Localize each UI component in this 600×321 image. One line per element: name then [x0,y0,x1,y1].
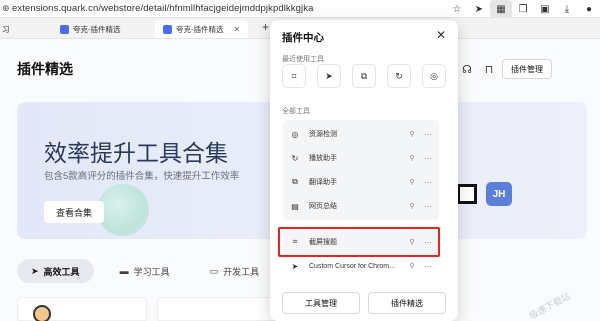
page-title: 插件精选 [17,61,73,77]
address-bar[interactable]: ⊕ extensions.quark.cn/webstore/detail/hf… [0,0,600,18]
banner-decoration [97,184,149,236]
new-tab-button[interactable]: + [262,20,269,34]
inbox-icon[interactable]: ⊓ [480,61,498,77]
category-tabs: ➤ 高效工具 ▬ 学习工具 ▭ 开发工具 [17,259,285,283]
refresh-icon: ↻ [291,153,299,163]
all-tools-label: 全部工具 [282,108,310,115]
category-label: 高效工具 [43,266,80,277]
tool-row-page-summary[interactable]: ▤ 网页总结 ⚲ ⋯ [283,194,439,218]
close-tab-icon[interactable]: ✕ [234,25,241,34]
category-label: 开发工具 [223,266,260,277]
tab-quark-plugins-1[interactable]: 夸克-插件精选 [60,20,121,38]
pin-icon[interactable]: ⚲ [407,262,417,270]
banner-title: 效率提升工具合集 [44,140,228,166]
more-icon[interactable]: ⋯ [423,262,433,271]
tool-label: 网页总结 [309,203,337,210]
translate-icon[interactable]: ⧉ [352,64,376,88]
tool-label: 资源检测 [309,131,337,138]
featured-plugins-button[interactable]: 插件精选 [368,292,446,314]
translate-icon: ⧉ [292,177,298,186]
tab-label: 夸克-插件精选 [176,24,224,34]
summary-icon: ▤ [291,201,299,211]
quark-favicon-icon [60,24,69,34]
copy-icon[interactable]: ❐ [512,0,534,18]
plugin-card[interactable] [17,297,147,321]
more-icon[interactable]: ⋯ [423,154,433,163]
tool-management-button[interactable]: 工具管理 [282,292,360,314]
quark-favicon-icon [163,24,172,34]
avatar-icon[interactable]: ● [578,0,600,18]
cursor-icon[interactable]: ➤ [468,0,490,18]
plugin-manager-button[interactable]: 插件管理 [502,59,552,79]
tab-partial[interactable]: 习 [2,20,10,38]
plugin-card[interactable] [157,297,277,321]
more-icon[interactable]: ⋯ [423,178,433,187]
plugin-center-popup: 插件中心 ✕ 最近使用工具 ⌗ ➤ ⧉ ↻ ◎ 全部工具 ◎ 资源检测 ⚲ ⋯ … [270,20,458,321]
pin-icon[interactable]: ⚲ [407,154,417,162]
scan-icon[interactable]: ⌗ [282,64,306,88]
book-icon: ▬ [119,266,129,276]
more-icon[interactable]: ⋯ [423,130,433,139]
code-icon: ▭ [209,265,219,276]
puzzle-icon[interactable]: ▦ [490,0,512,18]
tab-learning-tools[interactable]: ▬ 学习工具 [106,259,184,283]
url-text[interactable]: extensions.quark.cn/webstore/detail/hfnm… [12,3,313,14]
tool-label: 播放助手 [309,155,337,162]
tool-row-custom-cursor[interactable]: ➤ Custom Cursor for Chrom... ⚲ ⋯ [283,254,439,278]
jh-badge: JH [486,182,512,206]
site-info-icon[interactable]: ⊕ [2,4,11,13]
cursor-icon: ➤ [291,261,299,271]
tool-row-translate-helper[interactable]: ⧉ 翻译助手 ⚲ ⋯ [283,170,439,194]
pin-icon[interactable]: ⚲ [407,178,417,186]
save-icon[interactable]: ▣ [534,0,556,18]
tool-row-playback-helper[interactable]: ↻ 播放助手 ⚲ ⋯ [283,146,439,170]
tab-label: 习 [2,24,10,34]
tab-dev-tools[interactable]: ▭ 开发工具 [196,259,274,283]
download-icon[interactable]: ⤓ [556,0,578,18]
recent-tools-label: 最近使用工具 [282,56,324,63]
cursor-icon[interactable]: ➤ [317,64,341,88]
extension-logo-icon [457,184,477,204]
toolbar-icons: ☆ ➤ ▦ ❐ ▣ ⤓ ● [446,0,600,18]
close-icon[interactable]: ✕ [436,28,446,42]
headset-icon[interactable]: ☊ [458,61,476,77]
pin-icon[interactable]: ⚲ [407,130,417,138]
tab-quark-plugins-2[interactable]: 夸克-插件精选 ✕ [155,20,249,38]
tool-label: 翻译助手 [309,179,337,186]
refresh-icon[interactable]: ↻ [387,64,411,88]
podcast-icon[interactable]: ◎ [422,64,446,88]
banner-subtitle: 包含5款高评分的插件合集，快速提升工作效率 [44,171,240,182]
page-header-actions: ☊ ⊓ 插件管理 [458,59,552,79]
highlight-annotation [278,227,440,257]
tool-label: Custom Cursor for Chrom... [309,262,395,270]
more-icon[interactable]: ⋯ [423,202,433,211]
send-icon: ➤ [31,265,39,276]
category-label: 学习工具 [133,266,170,277]
popup-title: 插件中心 [282,32,324,44]
tab-efficient-tools[interactable]: ➤ 高效工具 [17,259,94,283]
pin-icon[interactable]: ⚲ [407,202,417,210]
podcast-icon: ◎ [291,129,299,139]
view-collection-button[interactable]: 查看合集 [44,201,104,223]
star-icon[interactable]: ☆ [446,0,468,18]
tab-label: 夸克-插件精选 [73,24,121,34]
plugin-avatar [33,305,51,321]
recent-tools: ⌗ ➤ ⧉ ↻ ◎ [282,64,457,88]
tool-row-resource-detect[interactable]: ◎ 资源检测 ⚲ ⋯ [283,122,439,146]
